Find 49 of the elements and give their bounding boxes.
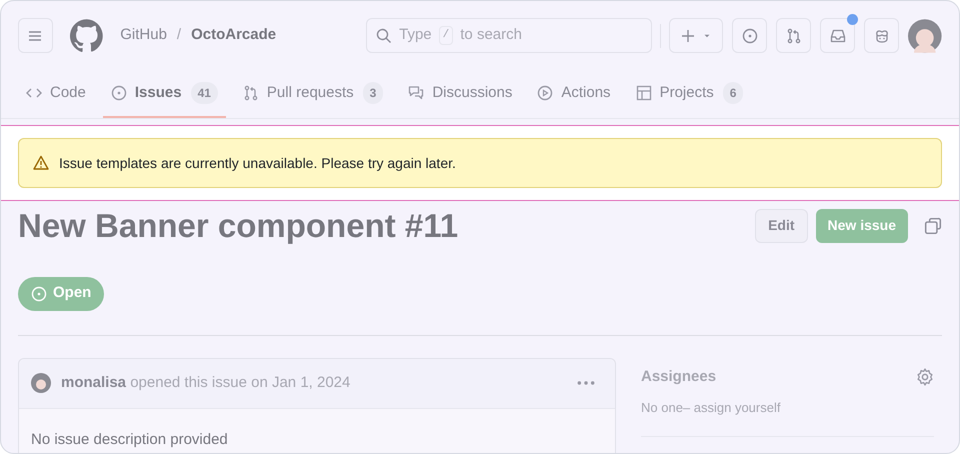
pull-requests-button[interactable]: [776, 18, 812, 53]
breadcrumb-separator: /: [176, 25, 182, 46]
edit-button[interactable]: Edit: [755, 208, 808, 243]
speech-bubbles-icon: [408, 85, 424, 101]
table-icon: [636, 85, 652, 101]
settings-icon: [916, 368, 934, 386]
issue-title: New Banner component #11: [18, 206, 460, 246]
assignees-text: No one– assign yourself: [641, 399, 782, 417]
copy-icon: [924, 216, 942, 235]
slash-key: /: [438, 26, 454, 45]
repo-link[interactable]: OctoArcade: [191, 24, 276, 47]
copilot-icon: [874, 28, 890, 44]
more-options-icon[interactable]: [577, 381, 595, 385]
inbox-icon: [830, 28, 846, 44]
create-button[interactable]: [669, 18, 724, 53]
new-issue-button[interactable]: New issue: [816, 208, 908, 243]
author-avatar: [31, 373, 51, 393]
issue-icon: [110, 85, 127, 101]
pull-request-icon: [786, 28, 802, 44]
repo-tab[interactable]: Discussions: [400, 70, 520, 118]
banner-message: Issue templates are currently unavailable. Please try again later.: [59, 154, 456, 173]
repo-tab[interactable]: Projects 6: [628, 70, 752, 118]
issues-button[interactable]: [732, 18, 768, 53]
comment-header-text: monalisa opened this issue on Jan 1, 2024: [61, 372, 350, 393]
repo-tab[interactable]: Pull requests 3: [234, 70, 392, 118]
assignees-heading: Assignees: [641, 366, 718, 386]
search-hint: to search: [460, 25, 522, 46]
warning-icon: [33, 155, 49, 171]
search-placeholder: Type: [399, 25, 432, 46]
issue-icon: [31, 286, 47, 302]
tab-counter: 6: [722, 82, 744, 104]
plus-icon: [680, 28, 696, 44]
search-icon: [376, 28, 392, 44]
play-icon: [537, 85, 554, 101]
repo-tab[interactable]: Actions: [529, 70, 619, 118]
search-field[interactable]: Type / to search: [366, 18, 652, 53]
repo-tab[interactable]: Code: [18, 70, 94, 118]
menu-button[interactable]: [18, 18, 53, 53]
comment-body: No issue description provided: [30, 430, 229, 450]
octocat-logo-icon[interactable]: [70, 18, 104, 52]
issue-icon: [742, 28, 758, 44]
repo-tab[interactable]: Issues 41: [102, 70, 226, 118]
avatar[interactable]: [908, 18, 942, 52]
tab-counter: 41: [190, 82, 218, 104]
owner-link[interactable]: GitHub: [120, 24, 167, 47]
open-state-label: Open: [18, 276, 104, 310]
copilot-button[interactable]: [864, 18, 900, 53]
pull-request-icon: [242, 85, 259, 101]
tab-counter: 3: [362, 82, 384, 104]
